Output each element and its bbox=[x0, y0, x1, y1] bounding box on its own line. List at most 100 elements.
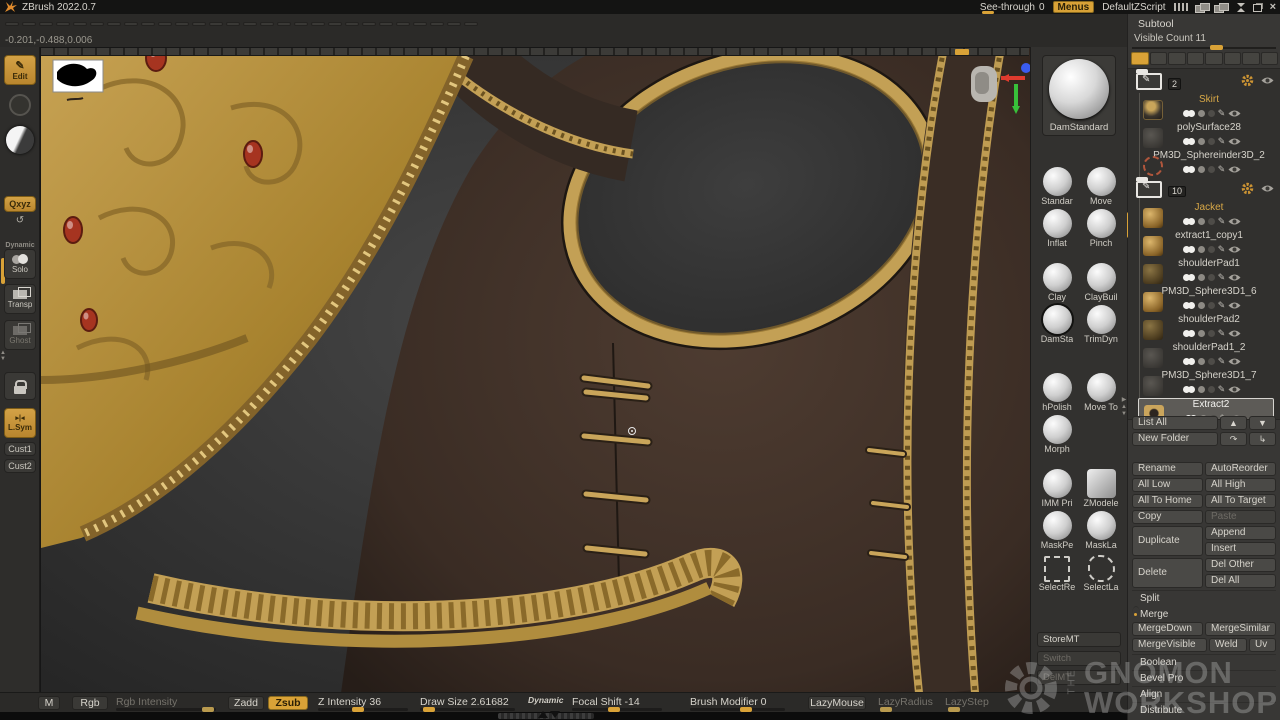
variant-tab[interactable] bbox=[1150, 52, 1168, 65]
cust1-button[interactable]: Cust1 bbox=[4, 442, 36, 456]
menu-item[interactable] bbox=[226, 22, 240, 26]
rgb-button[interactable]: Rgb bbox=[72, 696, 108, 710]
subtool-row[interactable]: ✎ polySurface28 ✎ bbox=[1128, 122, 1280, 150]
distribute-section[interactable]: Distribute bbox=[1132, 702, 1276, 718]
menu-item[interactable] bbox=[73, 22, 87, 26]
timeline-marker[interactable] bbox=[955, 49, 969, 55]
gear-icon[interactable] bbox=[1241, 182, 1254, 195]
brush-button[interactable]: MaskPe bbox=[1035, 508, 1079, 550]
brush-button[interactable]: ClayBuil bbox=[1079, 260, 1123, 302]
see-through-slider[interactable]: See-through 0 bbox=[980, 2, 1045, 13]
off-toggle[interactable] bbox=[1208, 274, 1215, 281]
menu-item[interactable] bbox=[56, 22, 70, 26]
brush-button[interactable]: ZModele bbox=[1079, 466, 1123, 508]
menu-item[interactable] bbox=[311, 22, 325, 26]
variant-tab[interactable] bbox=[1168, 52, 1186, 65]
quick-pick-icon[interactable] bbox=[1195, 3, 1209, 12]
polypaint-toggle[interactable] bbox=[1183, 110, 1190, 117]
half-toggle[interactable] bbox=[1198, 302, 1205, 309]
weld-button[interactable]: Weld bbox=[1209, 638, 1247, 652]
see-through-handle[interactable] bbox=[982, 11, 994, 14]
subtool-row[interactable]: ✎ shoulderPad1 ✎ bbox=[1128, 258, 1280, 286]
subtool-row[interactable]: ✎ PM3D_Sphereinder3D_2 bbox=[1128, 150, 1280, 178]
brush-modifier-slider[interactable]: Brush Modifier 0 bbox=[690, 696, 766, 708]
brush-button[interactable]: Inflat bbox=[1035, 206, 1079, 248]
zsub-button[interactable]: Zsub bbox=[268, 696, 308, 710]
switch-button[interactable]: Switch bbox=[1037, 651, 1121, 666]
eye-icon[interactable] bbox=[1228, 109, 1241, 118]
sculpt-viewport[interactable] bbox=[40, 47, 1030, 692]
polypaint-toggle[interactable] bbox=[1183, 166, 1190, 173]
window-stack-icon[interactable] bbox=[1214, 3, 1228, 12]
merge-section[interactable]: Merge bbox=[1132, 606, 1140, 622]
gear-icon[interactable] bbox=[1241, 74, 1254, 87]
rotate-icon[interactable]: ↺ bbox=[16, 215, 24, 226]
off-toggle[interactable] bbox=[1208, 330, 1215, 337]
bevel-pro-section[interactable]: Bevel Pro bbox=[1132, 670, 1276, 686]
move-down-button[interactable]: ▼ bbox=[1249, 416, 1276, 430]
delete-button[interactable]: Delete bbox=[1132, 558, 1203, 588]
off-toggle[interactable] bbox=[1208, 386, 1215, 393]
menu-item[interactable] bbox=[175, 22, 189, 26]
default-zscript-button[interactable]: DefaultZScript bbox=[1102, 2, 1165, 13]
menu-item[interactable] bbox=[158, 22, 172, 26]
subtool-row[interactable]: ✎ Jacket ✎ bbox=[1128, 202, 1280, 230]
polypaint-toggle[interactable] bbox=[1183, 246, 1190, 253]
menus-button[interactable]: Menus bbox=[1053, 1, 1095, 13]
polypaint-toggle[interactable] bbox=[1183, 218, 1190, 225]
folder-eye-icon[interactable] bbox=[1261, 76, 1274, 85]
half-toggle[interactable] bbox=[1198, 358, 1205, 365]
move-out-folder-button[interactable]: ↷ bbox=[1220, 432, 1247, 446]
eye-icon[interactable] bbox=[1228, 165, 1241, 174]
menu-item[interactable] bbox=[141, 22, 155, 26]
subtool-row[interactable]: ✎ shoulderPad1_2 ✎ bbox=[1128, 342, 1280, 370]
focal-shift-slider[interactable]: Focal Shift -14 bbox=[572, 696, 640, 708]
brush-button[interactable]: Pinch bbox=[1079, 206, 1123, 248]
insert-button[interactable]: Insert bbox=[1205, 542, 1276, 556]
eye-icon[interactable] bbox=[1228, 137, 1241, 146]
menu-item[interactable] bbox=[277, 22, 291, 26]
zadd-button[interactable]: Zadd bbox=[228, 696, 264, 710]
local-symmetry-button[interactable]: ▸|◂ L.Sym bbox=[4, 408, 36, 438]
lazymouse-button[interactable]: LazyMouse bbox=[808, 696, 866, 710]
menu-item[interactable] bbox=[5, 22, 19, 26]
mergesimilar-button[interactable]: MergeSimilar bbox=[1205, 622, 1276, 636]
restore-icon[interactable] bbox=[1253, 4, 1262, 12]
variant-tab[interactable] bbox=[1187, 52, 1205, 65]
menu-item[interactable] bbox=[379, 22, 393, 26]
subtool-row[interactable]: ✎ extract1_copy1 ✎ bbox=[1128, 230, 1280, 258]
all-to-target-button[interactable]: All To Target bbox=[1205, 494, 1276, 508]
polypaint-toggle[interactable] bbox=[1183, 386, 1190, 393]
menu-item[interactable] bbox=[260, 22, 274, 26]
list-all-button[interactable]: List All bbox=[1132, 416, 1218, 430]
subtool-row[interactable]: ✎ 2 ✎ bbox=[1128, 70, 1280, 94]
variant-tab[interactable] bbox=[1205, 52, 1223, 65]
del-all-button[interactable]: Del All bbox=[1205, 574, 1276, 588]
half-toggle[interactable] bbox=[1198, 330, 1205, 337]
menu-item[interactable] bbox=[362, 22, 376, 26]
autoreorder-button[interactable]: AutoReorder bbox=[1205, 462, 1276, 476]
off-toggle[interactable] bbox=[1208, 302, 1215, 309]
eye-icon[interactable] bbox=[1228, 245, 1241, 254]
variant-tab[interactable] bbox=[1131, 52, 1149, 65]
cust2-button[interactable]: Cust2 bbox=[4, 459, 36, 473]
collapse-icon[interactable] bbox=[1236, 3, 1245, 12]
append-button[interactable]: Append bbox=[1205, 526, 1276, 540]
dynamic-mode-label[interactable]: Dynamic bbox=[528, 695, 563, 705]
subtool-row[interactable]: ✎ Skirt ✎ bbox=[1128, 94, 1280, 122]
brush-button[interactable]: Move To bbox=[1079, 370, 1123, 412]
solo-button[interactable]: Solo bbox=[4, 249, 36, 279]
ui-bars-icon[interactable] bbox=[1174, 3, 1190, 11]
off-toggle[interactable] bbox=[1208, 138, 1215, 145]
menu-item[interactable] bbox=[192, 22, 206, 26]
new-folder-button[interactable]: New Folder bbox=[1132, 432, 1218, 446]
eye-icon[interactable] bbox=[1228, 301, 1241, 310]
brush-button[interactable]: IMM Pri bbox=[1035, 466, 1079, 508]
edit-button[interactable]: ✎ Edit bbox=[4, 55, 36, 85]
mergedown-button[interactable]: MergeDown bbox=[1132, 622, 1203, 636]
brush-button[interactable]: TrimDyn bbox=[1079, 302, 1123, 344]
paint-icon[interactable]: ✎ bbox=[1218, 165, 1226, 174]
polypaint-toggle[interactable] bbox=[1183, 302, 1190, 309]
move-up-button[interactable]: ▲ bbox=[1220, 416, 1247, 430]
variant-tab[interactable] bbox=[1242, 52, 1260, 65]
